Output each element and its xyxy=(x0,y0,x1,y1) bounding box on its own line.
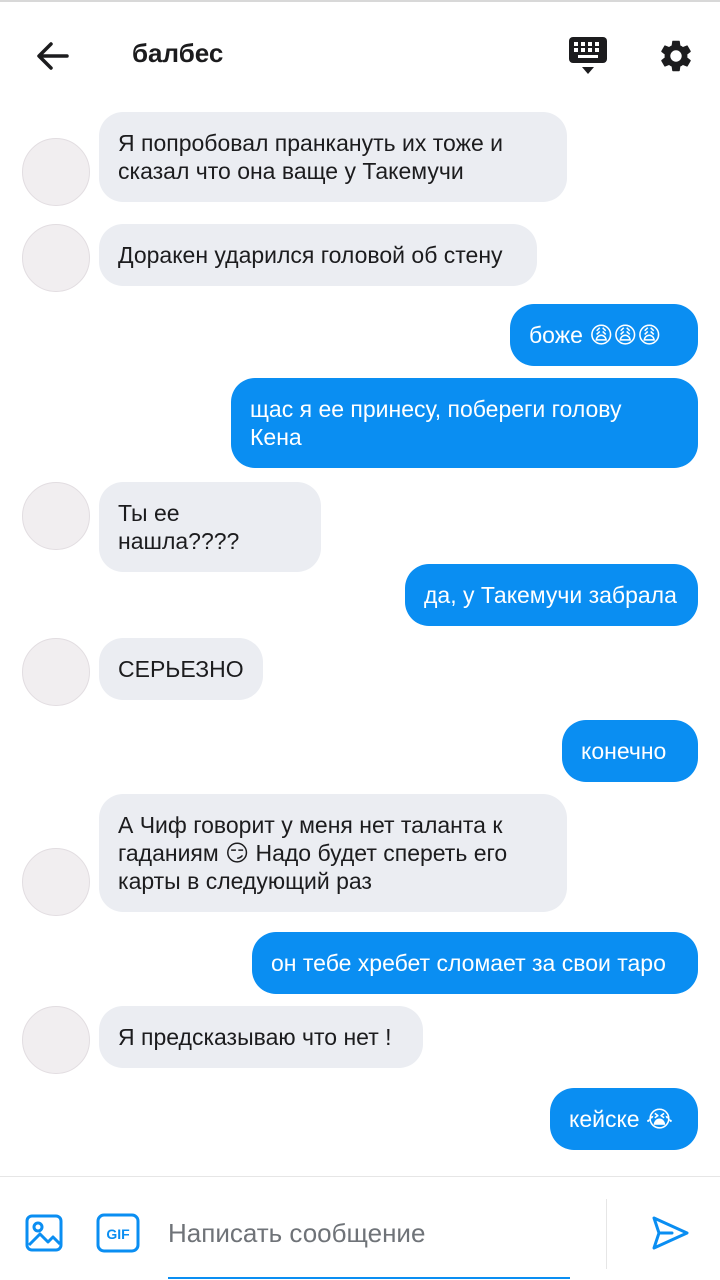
keyboard-button[interactable] xyxy=(564,32,612,80)
message-bubble: Я попробовал пранкануть их тоже и сказал… xyxy=(99,112,567,202)
message-outgoing: боже 😩😩😩 xyxy=(510,304,698,366)
message-bubble: щас я ее принесу, побереги голову Кена xyxy=(231,378,698,468)
send-icon xyxy=(652,1216,689,1250)
back-button[interactable] xyxy=(28,32,76,80)
attach-image-button[interactable] xyxy=(22,1211,66,1255)
message-list[interactable]: Я попробовал пранкануть их тоже и сказал… xyxy=(0,106,720,1176)
avatar[interactable] xyxy=(22,224,90,292)
message-bubble: он тебе хребет сломает за свои таро xyxy=(252,932,698,994)
message-outgoing: кейске 😭 xyxy=(550,1088,698,1150)
avatar[interactable] xyxy=(22,848,90,916)
gif-button[interactable]: GIF xyxy=(96,1213,140,1253)
arrow-left-icon xyxy=(37,42,69,70)
avatar[interactable] xyxy=(22,482,90,550)
send-button[interactable] xyxy=(646,1209,694,1257)
keyboard-icon xyxy=(569,37,607,74)
avatar[interactable] xyxy=(22,638,90,706)
message-bubble: Ты ее нашла???? xyxy=(99,482,321,572)
settings-button[interactable] xyxy=(652,32,700,80)
gif-label: GIF xyxy=(106,1226,130,1242)
composer-divider xyxy=(606,1199,607,1269)
message-outgoing: да, у Такемучи забрала xyxy=(405,564,698,626)
message-outgoing: щас я ее принесу, побереги голову Кена xyxy=(231,378,698,468)
message-bubble: боже 😩😩😩 xyxy=(510,304,698,366)
gear-icon xyxy=(661,40,691,72)
message-outgoing: конечно xyxy=(562,720,698,782)
message-bubble: Я предсказываю что нет ! xyxy=(99,1006,423,1068)
message-composer: GIF xyxy=(0,1176,720,1280)
message-bubble: кейске 😭 xyxy=(550,1088,698,1150)
message-bubble: СЕРЬЕЗНО xyxy=(99,638,263,700)
message-input[interactable] xyxy=(168,1207,568,1259)
message-bubble: да, у Такемучи забрала xyxy=(405,564,698,626)
chat-title: балбес xyxy=(132,38,224,68)
input-underline xyxy=(168,1277,570,1279)
image-icon xyxy=(25,1214,63,1252)
message-bubble: Доракен ударился головой об стену xyxy=(99,224,537,286)
chat-header: балбес xyxy=(0,2,720,106)
message-bubble: А Чиф говорит у меня нет таланта к гадан… xyxy=(99,794,567,912)
message-bubble: конечно xyxy=(562,720,698,782)
message-outgoing: он тебе хребет сломает за свои таро xyxy=(252,932,698,994)
gif-icon: GIF xyxy=(96,1213,140,1253)
avatar[interactable] xyxy=(22,138,90,206)
avatar[interactable] xyxy=(22,1006,90,1074)
